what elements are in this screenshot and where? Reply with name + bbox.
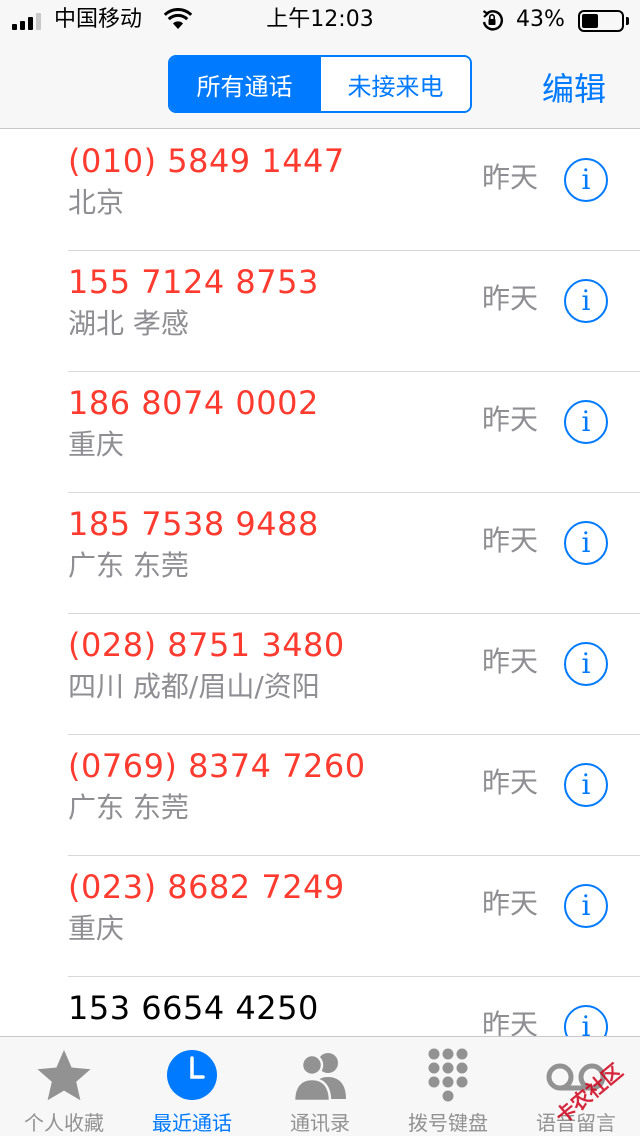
contacts-icon: [292, 1053, 346, 1103]
call-date: 昨天: [482, 524, 539, 557]
call-number: 185 7538 9488: [68, 505, 319, 543]
call-row[interactable]: 153 6654 4250 昨天 i: [68, 977, 640, 1036]
call-row[interactable]: (010) 5849 1447 北京 昨天 i: [68, 130, 640, 251]
clock-icon: [167, 1050, 217, 1100]
info-icon[interactable]: i: [564, 400, 608, 444]
call-number: (0769) 8374 7260: [68, 747, 366, 785]
info-icon[interactable]: i: [564, 1005, 608, 1036]
call-number: 186 8074 0002: [68, 384, 319, 422]
call-row[interactable]: 155 7124 8753 湖北 孝感 昨天 i: [68, 251, 640, 372]
tab-label-recents: 最近通话: [152, 1111, 232, 1135]
recent-calls-list[interactable]: (010) 5849 1447 北京 昨天 i 155 7124 8753 湖北 孝感 昨天…: [0, 130, 640, 1036]
call-location: 广东 东莞: [68, 791, 189, 824]
info-icon[interactable]: i: [564, 763, 608, 807]
tab-recents[interactable]: 最近通话: [128, 1037, 256, 1136]
call-row[interactable]: 185 7538 9488 广东 东莞 昨天 i: [68, 493, 640, 614]
call-date: 昨天: [482, 403, 539, 436]
tab-label-favorites: 个人收藏: [24, 1111, 104, 1135]
call-date: 昨天: [482, 282, 539, 315]
nav-bar: 所有通话 未接来电 编辑: [0, 40, 640, 129]
call-row[interactable]: (028) 8751 3480 四川 成都/眉山/资阳 昨天 i: [68, 614, 640, 735]
call-date: 昨天: [482, 766, 539, 799]
call-date: 昨天: [482, 161, 539, 194]
battery-icon: [578, 10, 624, 32]
tab-keypad[interactable]: 拨号键盘: [384, 1037, 512, 1136]
call-number: 155 7124 8753: [68, 263, 319, 301]
battery-level-fill: [582, 14, 598, 28]
call-row[interactable]: (0769) 8374 7260 广东 东莞 昨天 i: [68, 735, 640, 856]
call-number: 153 6654 4250: [68, 989, 319, 1027]
info-icon[interactable]: i: [564, 642, 608, 686]
tab-favorites[interactable]: 个人收藏: [0, 1037, 128, 1136]
battery-cap: [626, 17, 629, 25]
call-date: 昨天: [482, 645, 539, 678]
battery-percentage: 43%: [516, 7, 565, 32]
tab-label-contacts: 通讯录: [290, 1111, 350, 1135]
call-row[interactable]: (023) 8682 7249 重庆 昨天 i: [68, 856, 640, 977]
star-icon: [37, 1050, 91, 1101]
tab-bar: 个人收藏 最近通话 通讯录 拨号键盘 语音留言: [0, 1036, 640, 1136]
call-number: (023) 8682 7249: [68, 868, 345, 906]
call-date: 昨天: [482, 1008, 539, 1036]
info-icon[interactable]: i: [564, 884, 608, 928]
call-location: 北京: [68, 186, 125, 219]
call-number: (010) 5849 1447: [68, 142, 345, 180]
info-icon[interactable]: i: [564, 158, 608, 202]
info-icon[interactable]: i: [564, 521, 608, 565]
call-number: (028) 8751 3480: [68, 626, 345, 664]
segment-all-calls[interactable]: 所有通话: [170, 57, 319, 111]
call-location: 广东 东莞: [68, 549, 189, 582]
call-date: 昨天: [482, 887, 539, 920]
tab-label-keypad: 拨号键盘: [408, 1111, 488, 1135]
rotation-lock-icon: [482, 10, 504, 31]
keypad-icon: [428, 1048, 468, 1102]
call-row[interactable]: 186 8074 0002 重庆 昨天 i: [68, 372, 640, 493]
info-icon[interactable]: i: [564, 279, 608, 323]
edit-button[interactable]: 编辑: [542, 64, 606, 110]
call-location: 重庆: [68, 428, 125, 461]
segment-missed-calls[interactable]: 未接来电: [319, 57, 470, 111]
call-location: 重庆: [68, 912, 125, 945]
call-location: 湖北 孝感: [68, 307, 189, 340]
tab-contacts[interactable]: 通讯录: [256, 1037, 384, 1136]
call-filter-segmented-control: 所有通话 未接来电: [168, 55, 472, 113]
call-location: 四川 成都/眉山/资阳: [68, 670, 320, 703]
status-bar: 中国移动 上午12:03 43%: [0, 0, 640, 40]
